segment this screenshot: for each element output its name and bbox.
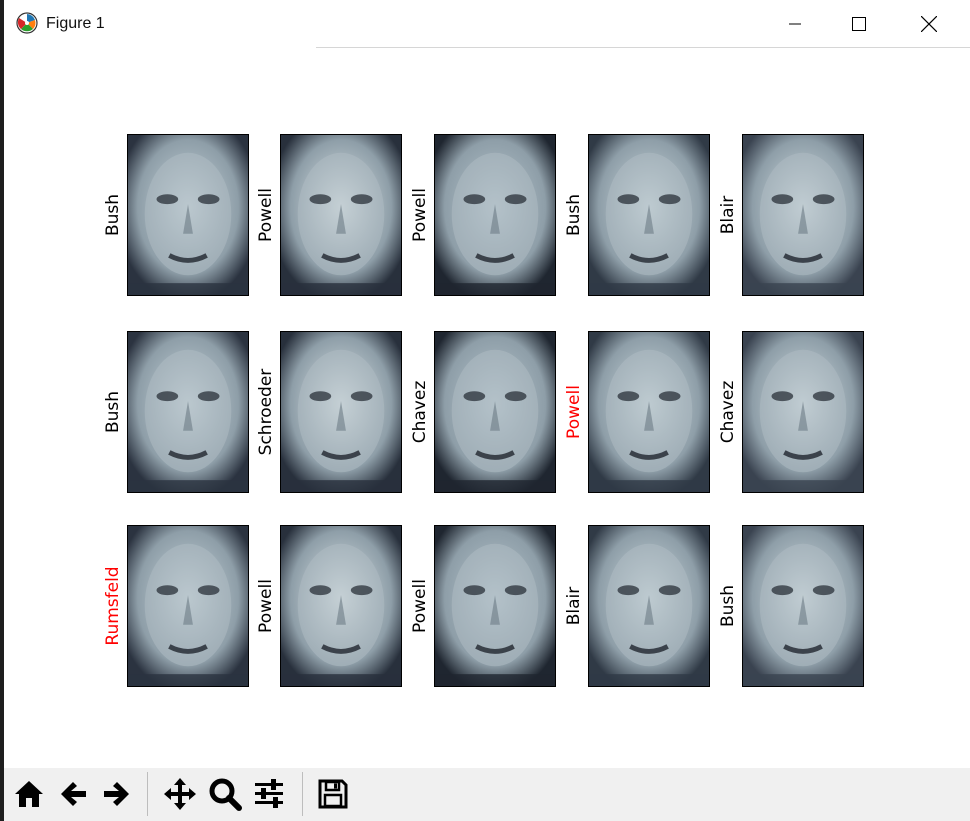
arrow-right-icon [104, 782, 129, 806]
figure-window: Figure 1 Bush Powell Powell Bush Blair Bush Sc… [0, 0, 970, 821]
face-image [742, 134, 864, 296]
window-title: Figure 1 [46, 15, 105, 32]
face-name-label: Powell [564, 385, 584, 439]
face-name-label: Rumsfeld [103, 566, 123, 646]
minimize-icon [789, 23, 801, 25]
home-icon [15, 781, 43, 807]
forward-button[interactable] [98, 774, 136, 814]
magnifier-icon [209, 778, 242, 811]
face-image [588, 134, 710, 296]
arrow-left-icon [61, 782, 86, 806]
toolbar-separator [302, 772, 303, 816]
face-image [127, 331, 249, 493]
face-image [434, 134, 556, 296]
zoom-button[interactable] [206, 774, 244, 814]
matplotlib-icon [16, 12, 38, 34]
face-name-label: Blair [718, 195, 738, 235]
figure-canvas[interactable]: Bush Powell Powell Bush Blair Bush Schroeder Ch… [4, 48, 970, 768]
configure-subplots-button[interactable] [250, 774, 288, 814]
face-name-label: Powell [256, 188, 276, 242]
sliders-icon [255, 779, 283, 808]
face-image [588, 525, 710, 687]
face-name-label: Schroeder [256, 368, 276, 456]
face-name-label: Bush [103, 193, 123, 237]
face-name-label: Bush [718, 584, 738, 628]
title-bar[interactable]: Figure 1 [4, 0, 970, 48]
minimize-button[interactable] [760, 0, 830, 48]
face-name-label: Powell [256, 579, 276, 633]
face-name-label: Powell [410, 188, 430, 242]
maximize-button[interactable] [824, 0, 894, 48]
close-button[interactable] [894, 0, 964, 48]
close-icon [921, 16, 937, 32]
face-name-label: Bush [103, 390, 123, 434]
home-button[interactable] [10, 774, 48, 814]
face-name-label: Chavez [410, 380, 430, 444]
face-image [127, 525, 249, 687]
face-name-label: Chavez [718, 380, 738, 444]
navigation-toolbar [4, 768, 970, 821]
face-name-label: Blair [564, 586, 584, 626]
floppy-disk-icon [318, 779, 348, 809]
back-button[interactable] [54, 774, 92, 814]
face-image [434, 525, 556, 687]
face-image [742, 331, 864, 493]
face-image [434, 331, 556, 493]
save-button[interactable] [314, 774, 352, 814]
face-image [742, 525, 864, 687]
pan-button[interactable] [161, 774, 199, 814]
maximize-icon [852, 17, 866, 31]
face-name-label: Powell [410, 579, 430, 633]
toolbar-separator [147, 772, 148, 816]
move-icon [164, 778, 196, 810]
face-image [280, 525, 402, 687]
face-image [280, 331, 402, 493]
face-image [588, 331, 710, 493]
face-name-label: Bush [564, 193, 584, 237]
face-image [280, 134, 402, 296]
face-image [127, 134, 249, 296]
